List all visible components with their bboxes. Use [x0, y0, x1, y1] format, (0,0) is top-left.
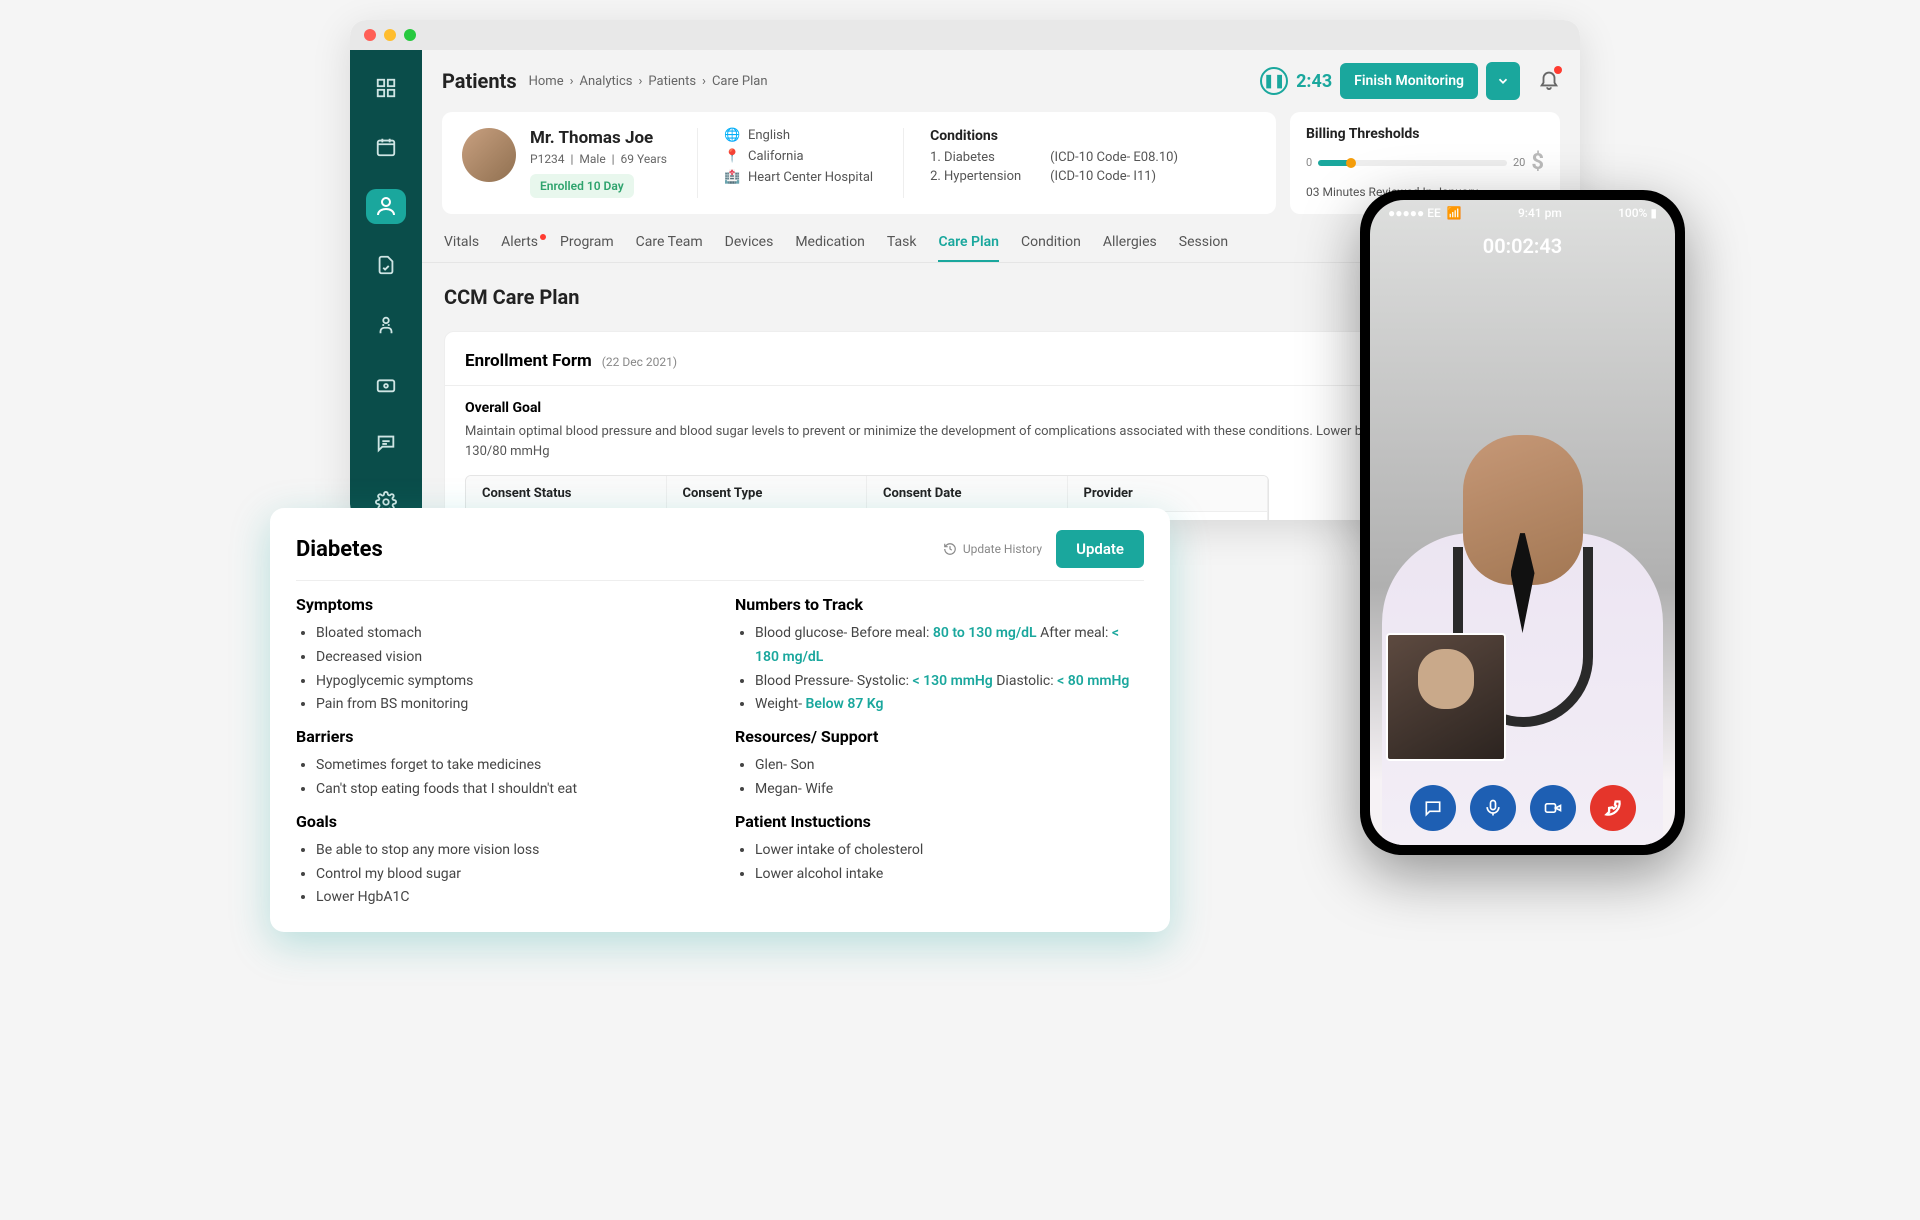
resources-list: Glen- SonMegan- Wife [735, 754, 1144, 802]
list-item: Control my blood sugar [316, 863, 705, 887]
minimize-icon[interactable] [384, 29, 396, 41]
resources-heading: Resources/ Support [735, 727, 1144, 746]
sidebar-patients[interactable] [366, 189, 406, 224]
list-item: Bloated stomach [316, 622, 705, 646]
list-item: Blood Pressure- Systolic: < 130 mmHg Dia… [755, 670, 1144, 694]
goals-list: Be able to stop any more vision lossCont… [296, 839, 705, 910]
tab-program[interactable]: Program [560, 234, 614, 262]
finish-dropdown[interactable] [1486, 62, 1520, 100]
diabetes-card: Diabetes Update History Update Symptoms … [270, 508, 1170, 932]
ccm-title: CCM Care Plan [444, 285, 579, 309]
sidebar-messages[interactable] [366, 426, 406, 461]
page-title: Patients [442, 69, 517, 93]
list-item: Glen- Son [755, 754, 1144, 778]
video-self-pip[interactable] [1386, 633, 1506, 761]
barriers-heading: Barriers [296, 727, 705, 746]
billing-progress [1318, 160, 1507, 166]
numbers-list: Blood glucose- Before meal: 80 to 130 mg… [735, 622, 1144, 717]
location-icon: 📍 [724, 149, 740, 164]
enrollment-date: (22 Dec 2021) [602, 355, 677, 369]
patient-name: Mr. Thomas Joe [530, 128, 667, 148]
tab-alerts[interactable]: Alerts [501, 234, 538, 262]
sidebar-documents[interactable] [366, 248, 406, 283]
hospital-icon: 🏥 [724, 170, 740, 185]
video-icon[interactable] [1530, 785, 1576, 831]
sidebar-billing[interactable] [366, 366, 406, 401]
notifications-icon[interactable] [1538, 68, 1560, 94]
instructions-heading: Patient Instuctions [735, 812, 1144, 831]
call-timer: 00:02:43 [1370, 234, 1675, 258]
maximize-icon[interactable] [404, 29, 416, 41]
tab-medication[interactable]: Medication [795, 234, 865, 262]
pause-icon[interactable]: ❚❚ [1260, 67, 1288, 95]
goals-heading: Goals [296, 812, 705, 831]
list-item: Sometimes forget to take medicines [316, 754, 705, 778]
list-item: Hypoglycemic symptoms [316, 670, 705, 694]
symptoms-list: Bloated stomachDecreased visionHypoglyce… [296, 622, 705, 717]
tab-task[interactable]: Task [887, 234, 917, 262]
phone-statusbar: ●●●●● EE 📶 9:41 pm 100% ▮ [1370, 200, 1675, 226]
condition-row: 2. Hypertension(ICD-10 Code- I11) [930, 169, 1178, 184]
tab-care-plan[interactable]: Care Plan [938, 234, 999, 262]
diabetes-title: Diabetes [296, 537, 383, 562]
list-item: Megan- Wife [755, 778, 1144, 802]
titlebar [350, 20, 1580, 50]
list-item: Pain from BS monitoring [316, 693, 705, 717]
tab-condition[interactable]: Condition [1021, 234, 1081, 262]
patient-summary-card: Mr. Thomas Joe P1234 | Male | 69 Years E… [442, 112, 1276, 214]
hangup-icon[interactable] [1590, 785, 1636, 831]
phone-mockup: ●●●●● EE 📶 9:41 pm 100% ▮ 00:02:43 [1360, 190, 1685, 855]
chat-icon[interactable] [1410, 785, 1456, 831]
instructions-list: Lower intake of cholesterolLower alcohol… [735, 839, 1144, 887]
conditions-heading: Conditions [930, 128, 1178, 144]
finish-monitoring-button[interactable]: Finish Monitoring [1340, 63, 1478, 99]
breadcrumb: Home › Analytics › Patients › Care Plan [529, 74, 768, 89]
video-main-feed [1370, 342, 1675, 845]
enrollment-title: Enrollment Form [465, 351, 592, 371]
barriers-list: Sometimes forget to take medicinesCan't … [296, 754, 705, 802]
mic-icon[interactable] [1470, 785, 1516, 831]
enrolled-badge: Enrolled 10 Day [530, 174, 634, 198]
tab-care-team[interactable]: Care Team [636, 234, 703, 262]
update-history-link[interactable]: Update History [943, 542, 1042, 556]
tab-vitals[interactable]: Vitals [444, 234, 479, 262]
tab-devices[interactable]: Devices [725, 234, 774, 262]
globe-icon: 🌐 [724, 128, 740, 143]
list-item: Lower alcohol intake [755, 863, 1144, 887]
symptoms-heading: Symptoms [296, 595, 705, 614]
billing-title: Billing Thresholds [1306, 126, 1544, 142]
monitoring-timer: ❚❚ 2:43 [1260, 67, 1332, 95]
patient-avatar [462, 128, 516, 182]
sidebar-calendar[interactable] [366, 129, 406, 164]
close-icon[interactable] [364, 29, 376, 41]
tab-session[interactable]: Session [1179, 234, 1228, 262]
list-item: Lower HgbA1C [316, 886, 705, 910]
list-item: Blood glucose- Before meal: 80 to 130 mg… [755, 622, 1144, 670]
sidebar-dashboard[interactable] [366, 70, 406, 105]
list-item: Decreased vision [316, 646, 705, 670]
list-item: Be able to stop any more vision loss [316, 839, 705, 863]
update-button[interactable]: Update [1056, 530, 1144, 568]
patient-meta: P1234 | Male | 69 Years [530, 152, 667, 166]
sidebar-providers[interactable] [366, 307, 406, 342]
tab-allergies[interactable]: Allergies [1103, 234, 1157, 262]
numbers-heading: Numbers to Track [735, 595, 1144, 614]
list-item: Can't stop eating foods that I shouldn't… [316, 778, 705, 802]
call-controls [1370, 785, 1675, 831]
condition-row: 1. Diabetes(ICD-10 Code- E08.10) [930, 150, 1178, 165]
list-item: Weight- Below 87 Kg [755, 693, 1144, 717]
dollar-icon: $ [1531, 150, 1544, 175]
sidebar [350, 50, 422, 520]
list-item: Lower intake of cholesterol [755, 839, 1144, 863]
